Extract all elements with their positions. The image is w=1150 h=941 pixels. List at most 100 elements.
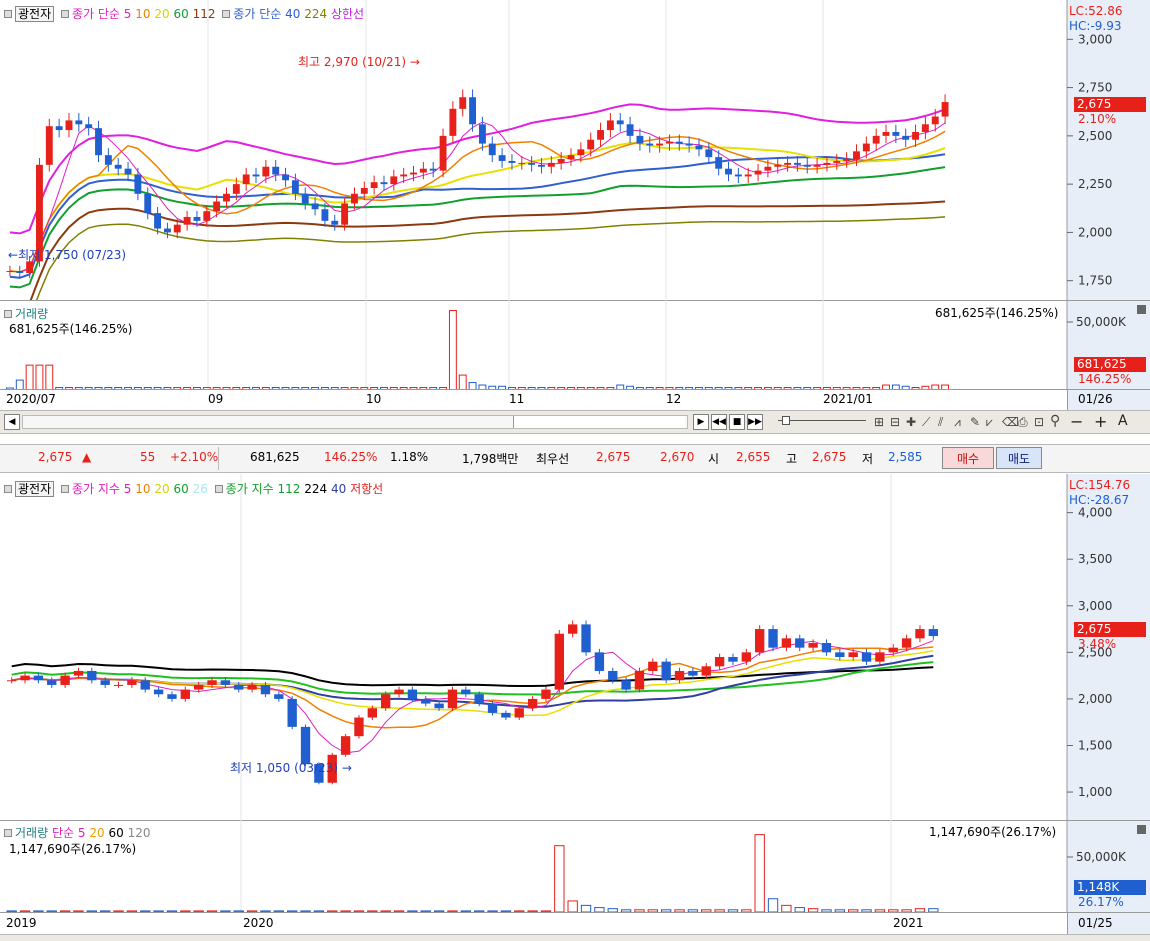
candle [45,126,53,165]
search-icon[interactable]: ⚲ [1050,413,1060,429]
fibonacci-icon[interactable]: ⫽ [938,415,943,430]
lower-x-axis: 2019 2020 2021 01/25 [0,912,1150,935]
candle [274,694,284,699]
volume-title-text: 거래량 [15,826,49,840]
stock-name[interactable]: 광전자 [15,481,55,497]
y-tick-label: 3,000 [1078,599,1112,613]
legend-ma112: 112 [192,7,216,21]
lower-volume-legend: 거래량 단순 5 20 60 120 [4,824,150,841]
candle [341,203,349,225]
buy-button[interactable]: 매수 [942,447,994,469]
volume-value-lower: 1,147,690주(26.17%) [9,842,137,856]
candle [85,124,93,129]
candle [784,162,792,165]
candle [538,164,545,167]
volume-bar [45,364,54,390]
candle [370,182,378,188]
candle [487,703,498,713]
zoom-out-icon[interactable]: ⊟ [890,415,900,429]
candle [6,271,14,273]
eraser-icon[interactable]: ⌫ [1002,415,1019,429]
vol-tick: 50,000K [1076,315,1126,329]
candle [577,149,585,156]
legend-toggle-icon[interactable] [4,10,12,18]
legend-ma10: 10 [135,7,151,21]
upper-price-chart[interactable]: 3,000 2,750 2,500 2,250 2,000 1,750 [0,0,1150,300]
volume-bar [754,834,765,912]
low-annotation-text: 최저 1,750 (07/23) [18,248,127,262]
candle [915,629,925,639]
zoom-slider[interactable] [778,420,866,421]
ruler-icon[interactable]: ⩗ [986,415,993,430]
quote-turnover: 1.18% [390,450,429,464]
quote-high: 2,675 [812,450,847,464]
volume-bar [580,904,592,912]
legend-square-icon [222,10,231,18]
candle [207,680,217,685]
zoom-in-icon[interactable]: ⊞ [874,415,884,429]
legend-toggle-icon[interactable] [4,485,12,493]
candle [634,670,645,690]
candle [153,689,164,695]
candle [173,224,181,233]
sell-button[interactable]: 매도 [996,447,1042,469]
font-size-button[interactable]: A [1118,413,1128,429]
candle [75,120,83,125]
scroll-left-icon[interactable]: ◀ [4,414,20,430]
vol-ma5: 5 [77,826,86,840]
candle [666,141,673,144]
volume-value: 681,625주(146.25%) [9,322,133,336]
candle [853,151,860,160]
pane-close-icon[interactable] [1137,305,1146,314]
price-badge: 2,675 [1074,97,1146,112]
candle [648,661,658,671]
scrollbar-track[interactable] [22,415,688,429]
candle [764,166,772,171]
candle [597,130,604,140]
legend-square-icon [60,485,69,493]
y-tick-label: 2,250 [1078,177,1112,191]
candle [234,684,244,690]
lower-price-chart[interactable]: 4,0003,5003,0002,5002,0001,5001,000 [0,474,1150,820]
legend-square-icon [4,310,12,318]
candle [646,143,654,146]
capture-icon[interactable]: ⎙ [1018,415,1028,430]
quote-bar: 2,675 ▲ 55 +2.10% 681,625 146.25% 1.18% … [0,444,1150,473]
candle [321,209,329,221]
crosshair-icon[interactable]: ✚ [906,415,916,429]
date-badge: 01/26 [1078,392,1113,406]
rewind-icon[interactable]: ◀◀ [711,414,727,430]
volume-bar [25,364,34,390]
legend-ma60: 60 [173,7,189,21]
candle [892,132,900,136]
minus-button[interactable]: − [1070,412,1083,431]
candle [439,135,447,171]
fast-forward-icon[interactable]: ▶▶ [747,414,763,430]
candle [518,162,526,164]
quote-change: 55 [140,450,156,464]
candle [469,97,477,125]
stock-name[interactable]: 광전자 [15,6,55,22]
plus-button[interactable]: + [1094,412,1107,431]
channel-icon[interactable]: ⩘ [954,415,961,430]
candle [60,675,70,685]
volume-bar [767,898,779,912]
bottom-scrollbar[interactable] [0,934,1150,941]
legend-ma20: 20 [154,482,170,496]
trend-line-icon[interactable]: ⟋ [922,415,930,430]
candle [795,638,805,648]
stop-icon[interactable]: ■ [729,414,745,430]
candle [291,180,299,194]
vol-ma60: 60 [108,826,124,840]
text-tool-icon[interactable]: ⊡ [1034,415,1044,429]
candle [501,712,511,718]
scrollbar-thumb[interactable] [513,416,685,428]
zoom-slider-handle[interactable] [782,416,790,425]
candle [331,220,339,225]
x-label-6: 2021/01 [823,392,873,406]
candle [340,736,351,755]
candle [247,684,257,690]
pane-close-icon[interactable] [1137,825,1146,834]
play-icon[interactable]: ▶ [693,414,709,430]
draw-icon[interactable]: ✎ [970,415,980,429]
